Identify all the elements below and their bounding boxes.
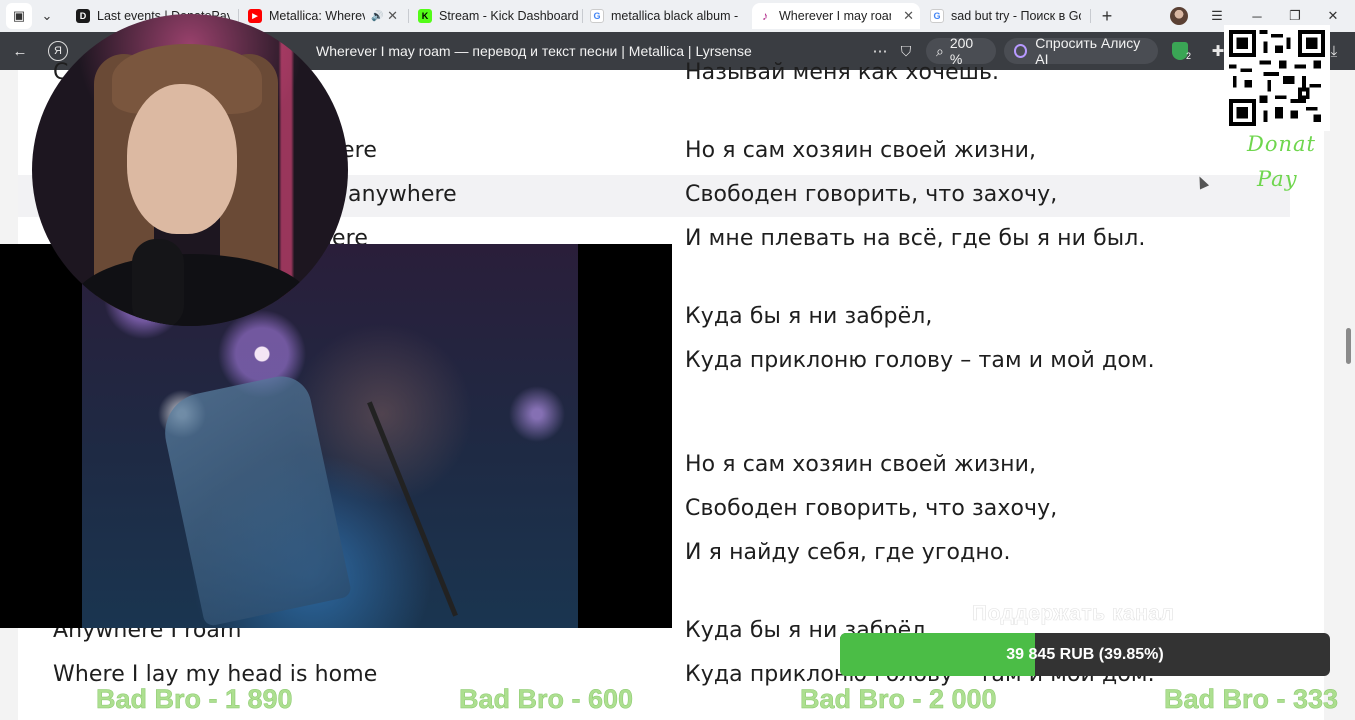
donation-ticker-item: Bad Bro - 333 xyxy=(1164,684,1339,715)
tab-lyrsense-active[interactable]: ♪ Wherever I may roam — ✕ xyxy=(752,3,920,29)
donatpay-logo-text: Donat xyxy=(1247,132,1316,156)
sidebar-toggle-icon[interactable]: ▣ xyxy=(6,3,32,29)
tab-label: Stream - Kick Dashboard xyxy=(439,9,579,23)
lyric-left-line: anywhere xyxy=(348,182,457,207)
ask-alice-button[interactable]: Спросить Алису AI xyxy=(1004,35,1158,67)
lyric-right-line: Свободен говорить, что захочу, xyxy=(685,182,1058,207)
goal-progress-text: 39 845 RUB (39.85%) xyxy=(1006,645,1164,663)
page-title[interactable]: Wherever I may roam — перевод и текст пе… xyxy=(316,43,752,59)
lyric-right-line: Свободен говорить, что захочу, xyxy=(685,496,1058,521)
donatpay-logo-text: Pay xyxy=(1257,167,1298,191)
lyric-right-line: И мне плевать на всё, где бы я ни был. xyxy=(685,226,1146,251)
scrollbar-thumb[interactable] xyxy=(1346,328,1351,364)
donation-ticker-item: Bad Bro - 1 890 xyxy=(96,684,293,715)
page-scrollbar[interactable] xyxy=(1341,70,1355,720)
audio-playing-icon[interactable]: 🔊 xyxy=(371,11,383,22)
streamer-face xyxy=(127,84,237,234)
kick-icon: K xyxy=(418,9,432,23)
tab-google-sad-but-true[interactable]: G sad but try - Поиск в Google xyxy=(924,3,1088,29)
lyric-right-line: Называй меня как хочешь. xyxy=(685,60,1000,85)
donation-qr-code xyxy=(1224,25,1330,131)
support-channel-label: Поддержать канал xyxy=(972,602,1175,626)
tab-kick-dashboard[interactable]: K Stream - Kick Dashboard xyxy=(412,3,582,29)
donation-ticker-item: Bad Bro - 600 xyxy=(459,684,634,715)
microphone xyxy=(132,239,184,326)
tab-label: metallica black album - Поиск xyxy=(611,9,739,23)
lyric-right-line: Но я сам хозяин своей жизни, xyxy=(685,138,1037,163)
new-tab-plus-icon[interactable]: + xyxy=(1094,3,1120,29)
lyric-right-line: Но я сам хозяин своей жизни, xyxy=(685,452,1037,477)
close-tab-icon[interactable]: ✕ xyxy=(903,8,914,24)
tab-label: Wherever I may roam — xyxy=(779,9,891,23)
google-icon: G xyxy=(930,9,944,23)
lyric-right-line: И я найду себя, где угодно. xyxy=(685,540,1011,565)
lyric-right-line: Куда бы я ни забрёл, xyxy=(685,304,933,329)
lyric-right-line: Куда приклоню голову – там и мой дом. xyxy=(685,348,1155,373)
streamer-webcam xyxy=(32,14,348,326)
qr-code-graphic xyxy=(1229,30,1325,126)
tab-google-black-album[interactable]: G metallica black album - Поиск xyxy=(584,3,746,29)
profile-avatar[interactable] xyxy=(1170,7,1188,25)
donation-ticker-item: Bad Bro - 2 000 xyxy=(800,684,997,715)
google-icon: G xyxy=(590,9,604,23)
back-arrow-icon[interactable]: ← xyxy=(8,39,32,63)
alice-label: Спросить Алису AI xyxy=(1035,35,1141,67)
donation-goal-bar: 39 845 RUB (39.85%) xyxy=(840,633,1330,676)
close-tab-icon[interactable]: ✕ xyxy=(387,8,398,24)
tab-label: sad but try - Поиск в Google xyxy=(951,9,1081,23)
extension-badge: 2 xyxy=(1186,51,1192,61)
alice-icon xyxy=(1014,44,1028,58)
lyrsense-icon: ♪ xyxy=(758,9,772,23)
zoom-magnifier-icon: ⌕ xyxy=(936,42,944,59)
